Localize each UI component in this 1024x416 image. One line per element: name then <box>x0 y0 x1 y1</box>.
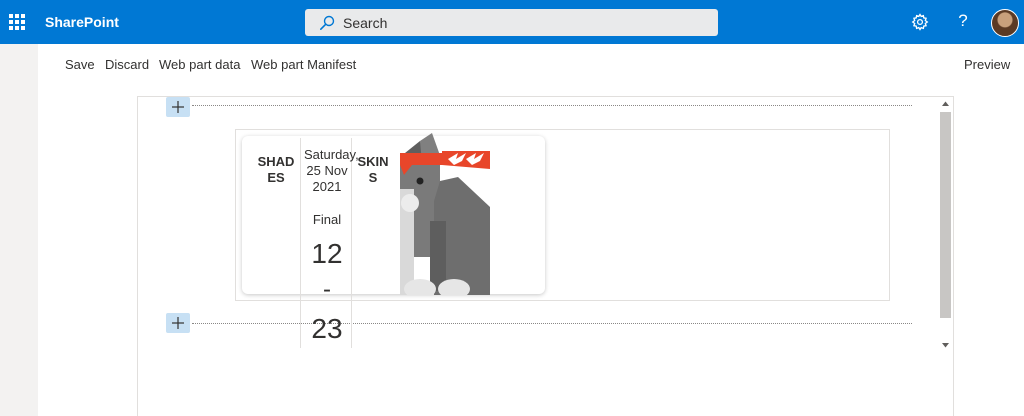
left-rail <box>0 44 38 416</box>
command-bar: Save Discard Web part data Web part Mani… <box>38 44 1024 84</box>
section-divider-top <box>192 105 912 106</box>
home-team-name: SHADES <box>257 154 295 185</box>
search-icon <box>319 15 335 30</box>
plus-icon <box>172 317 184 329</box>
web-part-manifest-button[interactable]: Web part Manifest <box>251 57 356 72</box>
away-team-name: SKINS <box>357 154 389 185</box>
plus-icon <box>172 101 184 113</box>
discard-button[interactable]: Discard <box>105 57 149 72</box>
save-button[interactable]: Save <box>65 57 95 72</box>
add-webpart-button-bottom[interactable] <box>166 313 190 333</box>
search-placeholder[interactable]: Search <box>343 15 387 31</box>
web-part-data-button[interactable]: Web part data <box>159 57 240 72</box>
preview-button[interactable]: Preview <box>964 57 1010 72</box>
app-title[interactable]: SharePoint <box>45 14 119 30</box>
suite-bar: SharePoint Search ? <box>0 0 1024 44</box>
scrollbar-thumb[interactable] <box>940 112 951 318</box>
home-score: 12 <box>311 238 343 269</box>
away-score: 23 <box>311 313 343 344</box>
avatar[interactable] <box>991 9 1019 37</box>
scroll-down-arrow-icon[interactable] <box>940 341 951 349</box>
match-date: Saturday, 25 Nov 2021 <box>304 147 359 194</box>
add-webpart-button-top[interactable] <box>166 97 190 117</box>
help-icon[interactable]: ? <box>955 11 971 33</box>
score-separator: - <box>323 276 331 303</box>
search-box[interactable]: Search <box>305 9 718 36</box>
app-launcher-icon[interactable] <box>9 14 25 30</box>
ninja-cat-icon <box>400 133 490 295</box>
match-status: Final <box>312 212 342 227</box>
scroll-up-arrow-icon[interactable] <box>940 100 951 108</box>
gear-icon[interactable] <box>911 13 929 31</box>
